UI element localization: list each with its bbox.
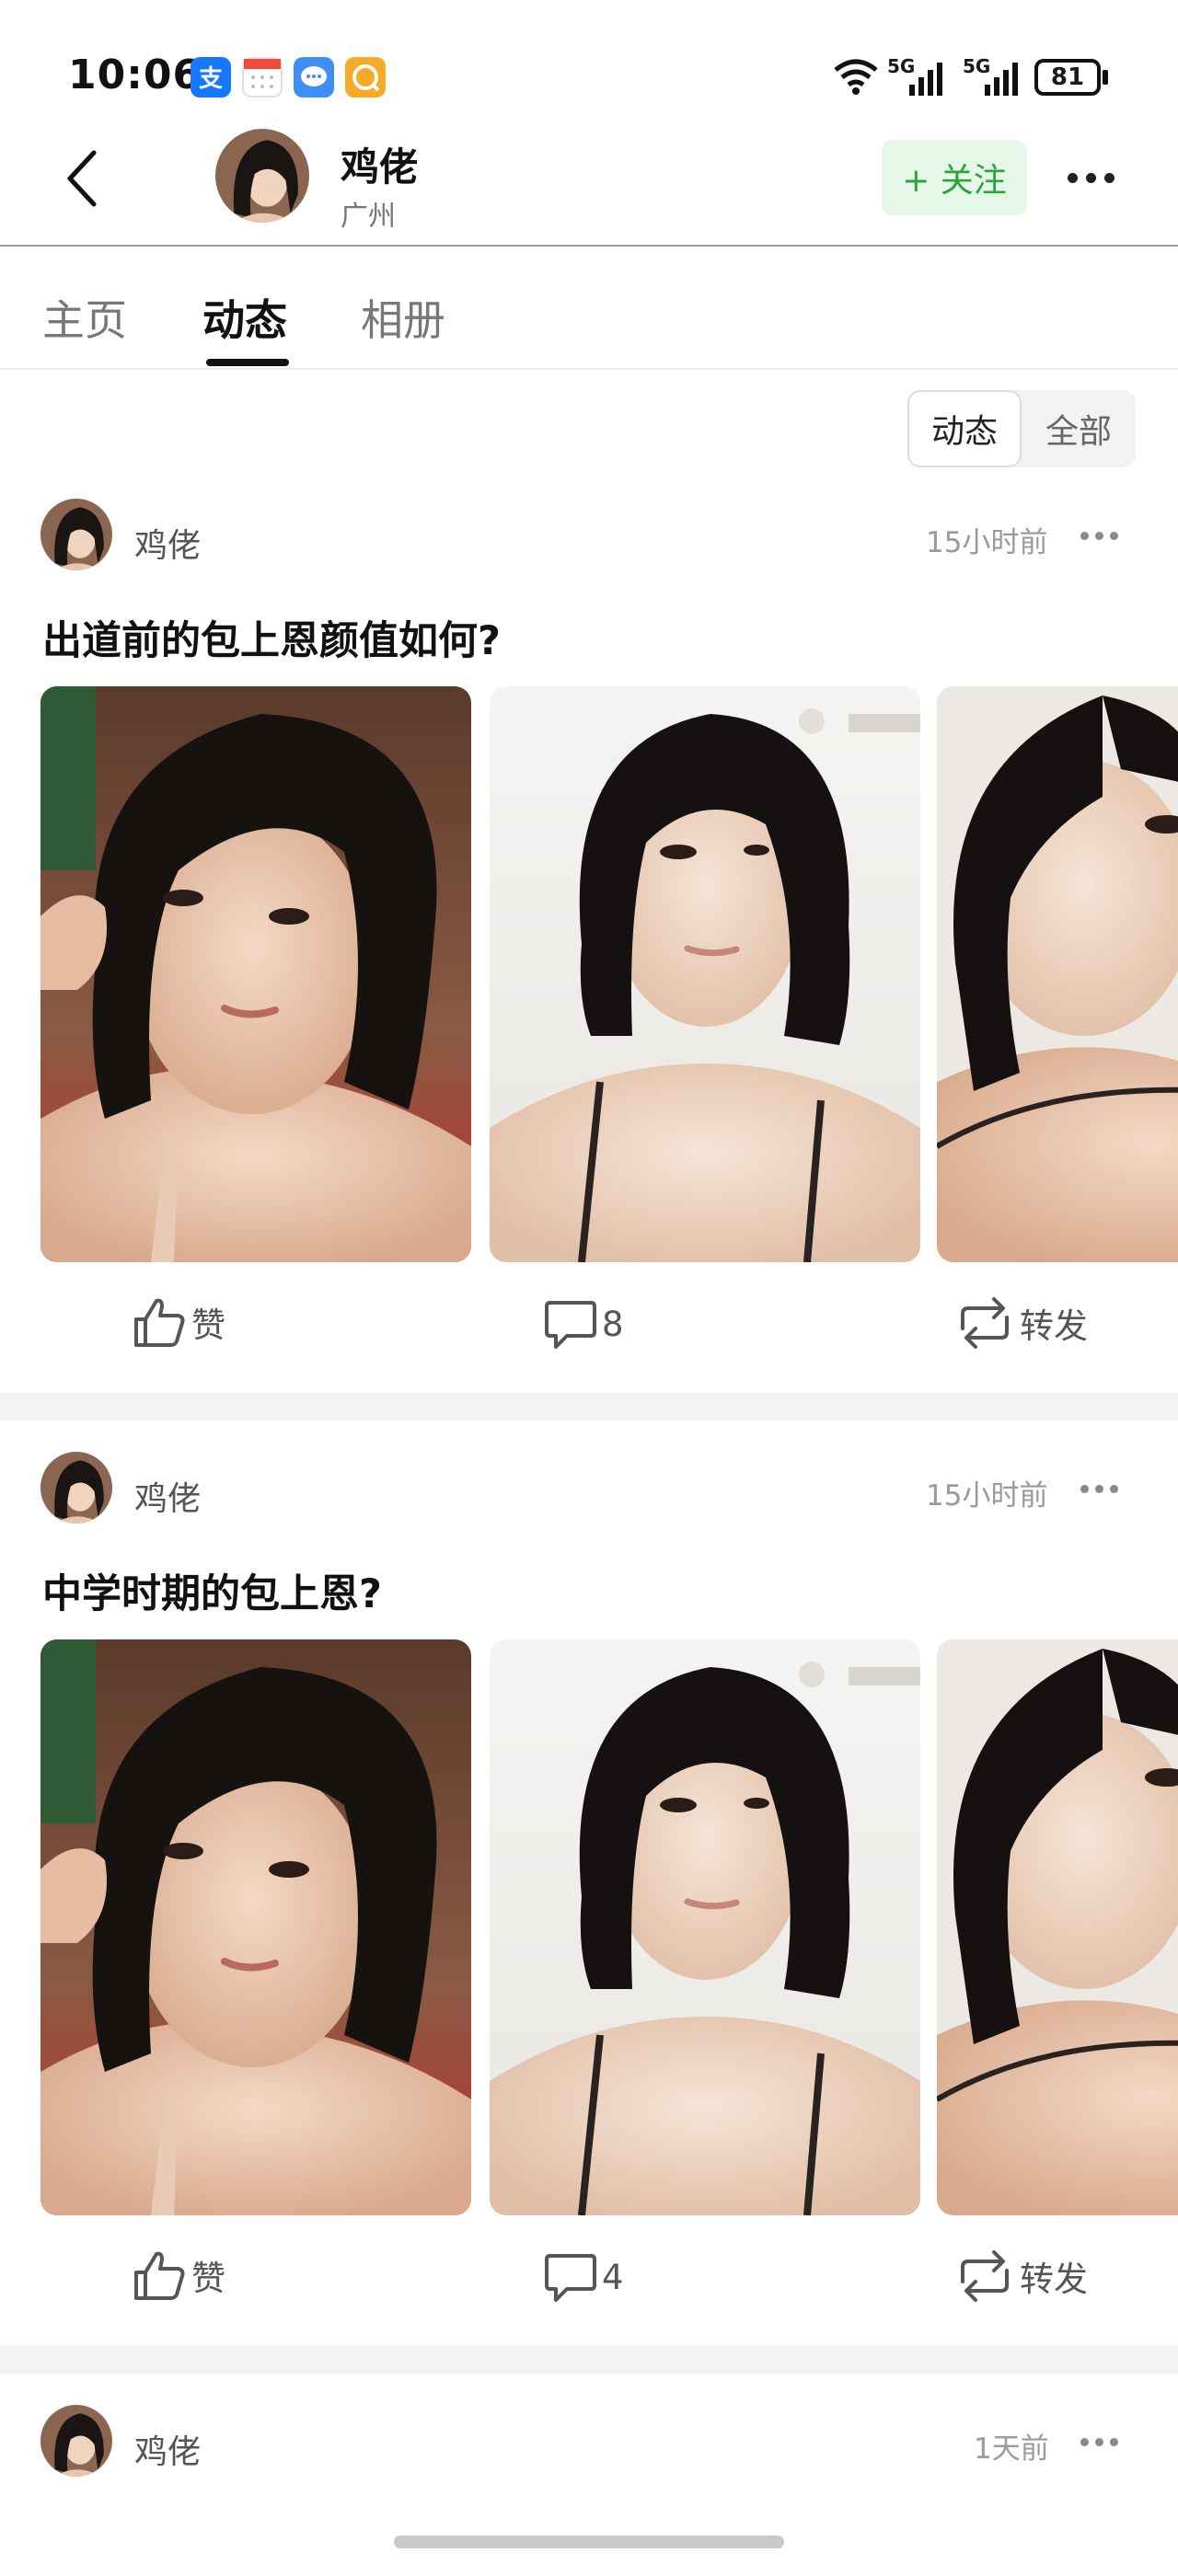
post-more-icon[interactable] [1080, 1485, 1118, 1493]
signal-icon-2 [985, 63, 1018, 96]
alipay-icon: 支 [191, 57, 231, 98]
profile-name: 鸡佬 [341, 144, 419, 190]
status-time: 10:06 [68, 52, 202, 98]
battery-icon: 81 [1034, 59, 1101, 96]
active-tab-indicator [206, 359, 289, 366]
post-title[interactable]: 中学时期的包上恩? [42, 1562, 382, 1619]
tab-home[interactable]: 主页 [42, 287, 127, 348]
wifi-icon [834, 59, 878, 95]
repost-button[interactable]: 转发 [953, 2248, 1088, 2304]
post-image[interactable] [490, 1639, 920, 2215]
svg-text:支: 支 [199, 65, 223, 93]
post-author-name[interactable]: 鸡佬 [134, 1472, 201, 1520]
more-icon[interactable] [1068, 173, 1114, 183]
follow-button[interactable]: + 关注 [882, 140, 1027, 215]
post-filter-toggle: 动态 全部 [907, 390, 1136, 467]
comment-button[interactable]: 4 [543, 2250, 624, 2304]
status-bar: 10:06 支 5G 5G 81 [0, 0, 1178, 138]
post-author-avatar[interactable] [40, 2405, 112, 2477]
post-author-avatar[interactable] [40, 1452, 112, 1524]
post-image[interactable] [937, 1639, 1178, 2215]
repost-button[interactable]: 转发 [953, 1295, 1088, 1351]
repost-label: 转发 [1020, 1306, 1088, 1346]
thumbs-up-icon [134, 1298, 185, 1347]
repost-icon [961, 1297, 1009, 1349]
battery-tip [1103, 70, 1108, 85]
post-time: 15小时前 [926, 526, 1048, 559]
profile-avatar[interactable] [215, 129, 309, 223]
repost-label: 转发 [1020, 2260, 1088, 2299]
back-arrow-icon[interactable] [61, 147, 101, 210]
post-author-name[interactable]: 鸡佬 [134, 519, 201, 567]
comment-button[interactable]: 8 [543, 1297, 624, 1351]
post-image[interactable] [40, 1639, 471, 2215]
post-author-avatar[interactable] [40, 499, 112, 570]
battery-level: 81 [1050, 63, 1085, 91]
post-more-icon[interactable] [1080, 2438, 1118, 2446]
post-title[interactable]: 出道前的包上恩颜值如何? [42, 609, 501, 666]
filter-option-all[interactable]: 全部 [1022, 390, 1136, 467]
browser-icon [345, 57, 386, 98]
message-icon [294, 57, 334, 98]
profile-location: 广州 [341, 201, 396, 233]
comment-count: 4 [602, 2257, 624, 2297]
post-author-name[interactable]: 鸡佬 [134, 2425, 201, 2473]
post-separator [0, 2346, 1178, 2374]
comment-icon [545, 1301, 596, 1349]
post-image[interactable] [937, 686, 1178, 1262]
repost-icon [961, 2250, 1009, 2302]
like-label: 赞 [191, 1305, 225, 1345]
post-image[interactable] [490, 686, 920, 1262]
tab-divider [0, 368, 1178, 370]
filter-option-posts[interactable]: 动态 [907, 390, 1022, 467]
comment-count: 8 [602, 1304, 624, 1344]
tab-album[interactable]: 相册 [361, 287, 445, 348]
like-button[interactable]: 赞 [131, 1294, 225, 1351]
post-separator [0, 1393, 1178, 1420]
thumbs-up-icon [134, 2251, 185, 2300]
signal-icon [909, 63, 942, 96]
post-more-icon[interactable] [1080, 532, 1118, 540]
home-indicator[interactable] [394, 2536, 784, 2548]
calendar-icon [242, 57, 283, 98]
post-time: 15小时前 [926, 1479, 1048, 1512]
comment-icon [545, 2254, 596, 2302]
like-label: 赞 [191, 2259, 225, 2298]
like-button[interactable]: 赞 [131, 2247, 225, 2304]
post-time: 1天前 [974, 2432, 1049, 2466]
post-image[interactable] [40, 686, 471, 1262]
tab-posts[interactable]: 动态 [202, 287, 287, 348]
